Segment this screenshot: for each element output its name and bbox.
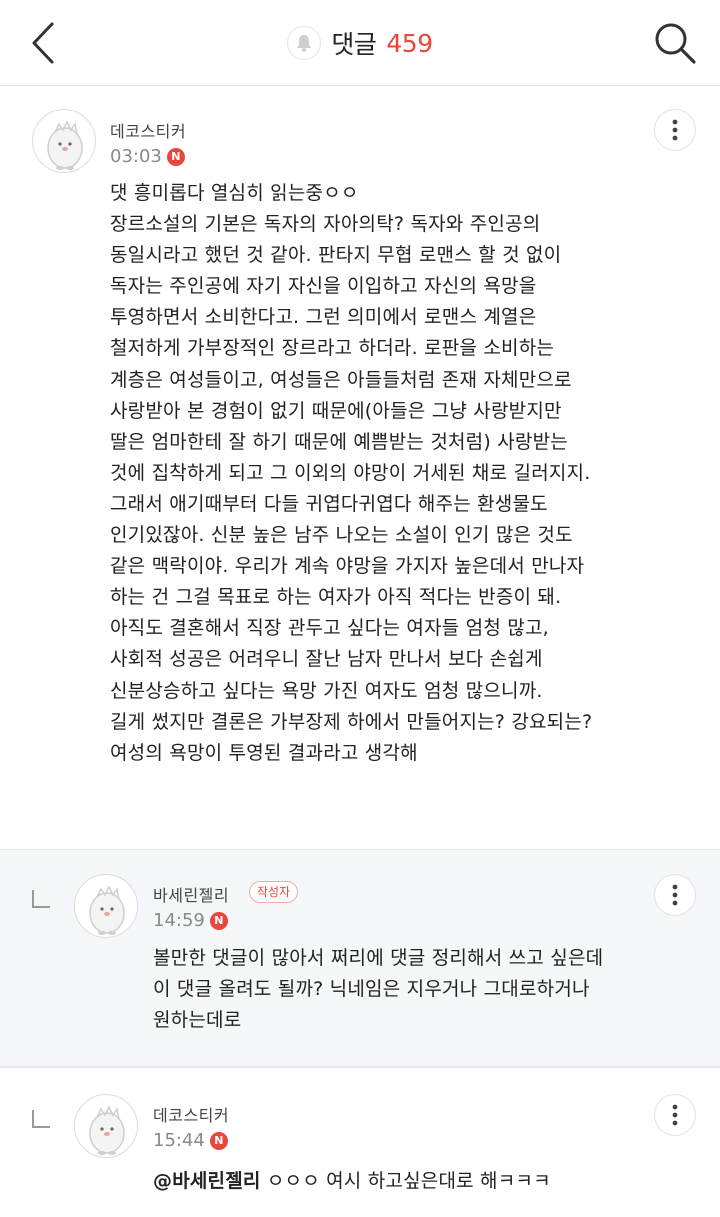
avatar[interactable]	[74, 874, 138, 938]
more-options-button[interactable]	[654, 1094, 696, 1136]
search-icon	[655, 23, 696, 64]
reply-arrow-icon	[32, 1110, 50, 1128]
comment-body: 볼만한 댓글이 많아서 쩌리에 댓글 정리해서 쓰고 싶은데 이 댓글 올려도 …	[153, 947, 604, 1032]
comment-body-wrap: @바세린젤리 ㅇㅇㅇ 여시 하고싶은대로 해ㅋㅋㅋ	[153, 1166, 551, 1197]
penguin-avatar-icon	[47, 120, 83, 170]
author-badge: 작성자	[249, 881, 299, 903]
reply-item: 데코스티커 15:44 N @바세린젤리 ㅇㅇㅇ 여시 하고싶은대로 해ㅋㅋㅋ	[0, 1067, 720, 1217]
comment-time: 15:44	[153, 1130, 205, 1151]
comment-meta: 14:59 N	[153, 910, 228, 931]
comment-meta: 15:44 N	[153, 1130, 228, 1151]
more-options-button[interactable]	[654, 874, 696, 916]
header-title-group: 댓글 459	[0, 24, 720, 62]
comment-time: 14:59	[153, 910, 205, 931]
penguin-avatar-icon	[89, 885, 125, 935]
comment-nickname[interactable]: 바세린젤리	[153, 882, 229, 906]
more-options-button[interactable]	[654, 109, 696, 151]
notification-toggle[interactable]	[287, 26, 322, 60]
avatar[interactable]	[74, 1094, 138, 1158]
search-button[interactable]	[652, 20, 698, 66]
more-vertical-icon	[672, 1104, 678, 1126]
reply-arrow-icon	[32, 890, 50, 908]
comment-item: 데코스티커 03:03 N 댓 흥미롭다 열심히 읽는중ㅇㅇ 장르소설의 기본은…	[0, 87, 720, 849]
comment-nickname[interactable]: 데코스티커	[110, 118, 186, 142]
new-badge: N	[209, 1131, 228, 1150]
bell-icon	[297, 35, 312, 52]
comment-time: 03:03	[110, 146, 162, 167]
comment-meta: 03:03 N	[110, 146, 185, 167]
more-vertical-icon	[672, 119, 678, 141]
more-vertical-icon	[672, 884, 678, 906]
reply-item: 바세린젤리 작성자 14:59 N 볼만한 댓글이 많아서 쩌리에 댓글 정리해…	[0, 849, 720, 1067]
top-bar: 댓글 459	[0, 0, 720, 86]
avatar[interactable]	[32, 109, 96, 173]
comment-body: 댓 흥미롭다 열심히 읽는중ㅇㅇ 장르소설의 기본은 독자의 자아의탁? 독자와…	[110, 182, 593, 764]
comment-count: 459	[386, 28, 433, 58]
new-badge: N	[209, 911, 228, 930]
comment-body: ㅇㅇㅇ 여시 하고싶은대로 해ㅋㅋㅋ	[260, 1170, 551, 1192]
new-badge: N	[166, 147, 185, 166]
mention-link[interactable]: @바세린젤리	[153, 1170, 261, 1192]
penguin-avatar-icon	[89, 1105, 125, 1155]
page-title: 댓글	[331, 30, 377, 59]
comment-nickname[interactable]: 데코스티커	[153, 1102, 229, 1126]
